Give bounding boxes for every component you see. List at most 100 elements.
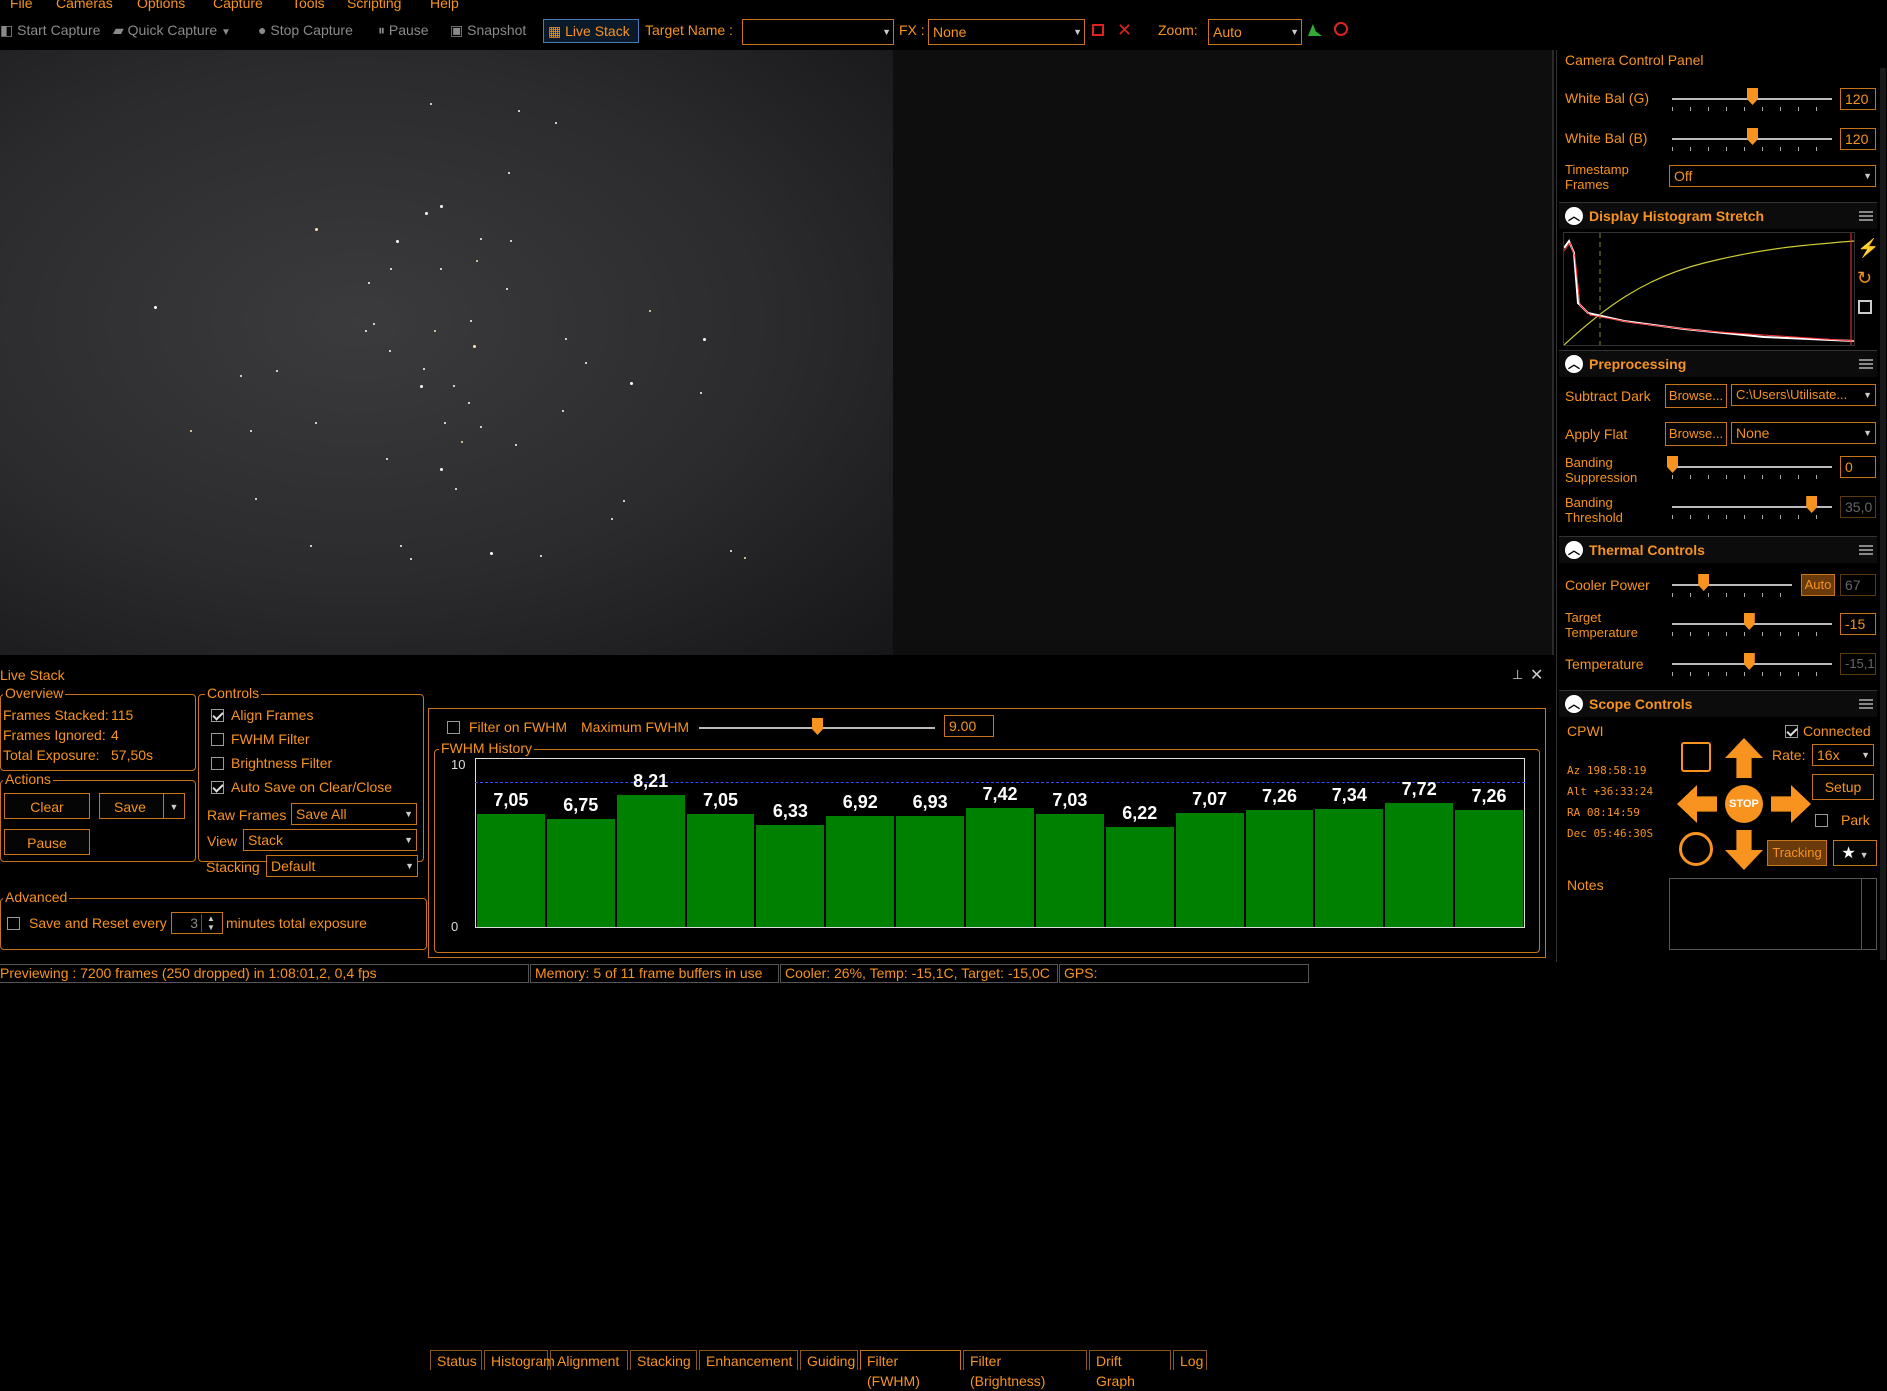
brightness-filter-checkbox[interactable]	[211, 757, 224, 770]
wb-b-input[interactable]: 120	[1840, 128, 1876, 150]
chevron-down-icon[interactable]: ▼	[221, 27, 231, 38]
zoom-select[interactable]: Auto ▼	[1208, 19, 1302, 45]
connected-checkbox[interactable]	[1785, 725, 1798, 738]
align-frames-checkbox[interactable]	[211, 709, 224, 722]
pause-stack-button[interactable]: Pause	[4, 829, 90, 855]
histogram-section-header[interactable]: ︿ Display Histogram Stretch	[1559, 202, 1877, 229]
menu-cameras[interactable]: Cameras	[56, 0, 113, 11]
stop-capture-button[interactable]: ● Stop Capture	[258, 22, 353, 38]
thermal-section-header[interactable]: ︿ Thermal Controls	[1559, 536, 1877, 563]
menu-icon[interactable]	[1859, 699, 1873, 709]
target-icon[interactable]	[1679, 832, 1713, 866]
rate-select[interactable]: 16x ▼	[1812, 744, 1874, 766]
menu-icon[interactable]	[1859, 211, 1873, 221]
view-select[interactable]: Stack ▼	[243, 829, 417, 851]
timestamp-select[interactable]: Off ▼	[1669, 165, 1876, 187]
cooler-power-slider-track[interactable]	[1672, 584, 1792, 586]
stepper-arrows-icon[interactable]: ▲ ▼	[201, 914, 220, 932]
live-stack-button[interactable]: ▦ Live Stack	[543, 19, 639, 43]
reset-icon[interactable]: ↻	[1857, 268, 1872, 289]
tracking-mode-button[interactable]: ★ ▼	[1833, 840, 1877, 866]
wb-g-slider-thumb[interactable]	[1747, 88, 1758, 105]
dark-frame-select[interactable]: C:\Users\Utilisate... ▼	[1731, 384, 1876, 406]
menu-tools[interactable]: Tools	[292, 0, 325, 11]
menu-file[interactable]: File	[10, 0, 33, 11]
tab-filter-brightness[interactable]: Filter (Brightness)	[963, 1350, 1087, 1389]
notes-textarea[interactable]	[1669, 878, 1877, 950]
chevron-up-icon[interactable]: ︿	[1565, 355, 1583, 373]
banding-thresh-input[interactable]: 35,0	[1840, 496, 1876, 518]
tab-histogram[interactable]: Histogram	[484, 1350, 555, 1370]
target-temp-input[interactable]: -15	[1840, 613, 1876, 635]
quick-capture-button[interactable]: ▰ Quick Capture ▼	[113, 22, 231, 39]
tab-guiding[interactable]: Guiding	[800, 1350, 858, 1370]
max-fwhm-input[interactable]: 9.00	[944, 715, 994, 737]
menu-icon[interactable]	[1859, 359, 1873, 369]
tab-enhancement[interactable]: Enhancement	[699, 1350, 798, 1370]
snapshot-button[interactable]: ▣ Snapshot	[450, 22, 526, 39]
arrow-up-icon[interactable]	[1725, 738, 1763, 778]
menu-icon[interactable]	[1859, 545, 1873, 555]
pause-button[interactable]: ⏸ Pause	[378, 22, 429, 39]
arrow-down-icon[interactable]	[1725, 830, 1763, 870]
scrollbar[interactable]	[1880, 68, 1886, 960]
tracking-button[interactable]: Tracking	[1767, 840, 1827, 866]
preprocessing-section-header[interactable]: ︿ Preprocessing	[1559, 350, 1877, 377]
target-temp-slider-thumb[interactable]	[1743, 613, 1755, 630]
clear-button[interactable]: Clear	[4, 793, 90, 819]
auto-save-checkbox[interactable]	[211, 781, 224, 794]
banding-supp-slider-thumb[interactable]	[1667, 456, 1678, 473]
tab-alignment[interactable]: Alignment	[550, 1350, 628, 1370]
filter-fwhm-checkbox[interactable]	[447, 721, 460, 734]
tab-log[interactable]: Log	[1173, 1350, 1207, 1370]
pin-icon[interactable]: ⊥	[1512, 667, 1523, 683]
save-icon[interactable]	[1858, 300, 1872, 314]
histogram-graph[interactable]	[1563, 232, 1855, 346]
tab-filter-fwhm[interactable]: Filter (FWHM)	[860, 1350, 961, 1389]
histogram-icon[interactable]	[1308, 24, 1322, 36]
stop-button[interactable]: STOP	[1725, 785, 1763, 823]
spiral-search-icon[interactable]	[1681, 742, 1711, 772]
cooler-auto-button[interactable]: Auto	[1801, 574, 1835, 596]
tab-stacking[interactable]: Stacking	[630, 1350, 697, 1370]
chevron-up-icon[interactable]: ︿	[1565, 541, 1583, 559]
fwhm-filter-checkbox[interactable]	[211, 733, 224, 746]
close-icon[interactable]: ✕	[1530, 665, 1543, 685]
cooler-power-input[interactable]: 67	[1840, 574, 1876, 596]
fx-select[interactable]: None ▼	[928, 19, 1085, 45]
tab-drift-graph[interactable]: Drift Graph	[1089, 1350, 1171, 1389]
setup-button[interactable]: Setup	[1812, 774, 1874, 800]
menu-help[interactable]: Help	[430, 0, 459, 11]
menu-options[interactable]: Options	[137, 0, 185, 11]
auto-stretch-icon[interactable]: ⚡	[1857, 238, 1879, 259]
roi-icon[interactable]	[1092, 24, 1104, 36]
save-button[interactable]: Save ▼	[99, 793, 185, 819]
notes-scrollbar[interactable]	[1861, 879, 1876, 949]
scope-section-header[interactable]: ︿ Scope Controls	[1559, 690, 1877, 717]
chevron-down-icon[interactable]: ▼	[882, 20, 891, 44]
chevron-down-icon[interactable]: ▼	[163, 794, 184, 818]
cooler-power-slider-thumb[interactable]	[1698, 574, 1710, 591]
wb-b-slider-thumb[interactable]	[1747, 128, 1758, 145]
arrow-right-icon[interactable]	[1771, 785, 1811, 823]
menu-capture[interactable]: Capture	[213, 0, 263, 11]
arrow-left-icon[interactable]	[1677, 785, 1717, 823]
chevron-up-icon[interactable]: ︿	[1565, 207, 1583, 225]
save-reset-checkbox[interactable]	[7, 917, 20, 930]
start-capture-button[interactable]: ◧ Start Capture	[0, 22, 100, 39]
menu-scripting[interactable]: Scripting	[347, 0, 401, 11]
banding-supp-slider-track[interactable]	[1672, 466, 1832, 468]
flat-frame-select[interactable]: None ▼	[1731, 422, 1876, 444]
park-checkbox[interactable]	[1815, 814, 1828, 827]
banding-thresh-slider-thumb[interactable]	[1806, 496, 1818, 513]
crosshair-icon[interactable]	[1334, 22, 1348, 36]
browse-flat-button[interactable]: Browse...	[1665, 422, 1727, 446]
max-fwhm-slider-thumb[interactable]	[812, 718, 823, 735]
raw-frames-select[interactable]: Save All ▼	[291, 803, 417, 825]
wb-g-input[interactable]: 120	[1840, 88, 1876, 110]
chevron-up-icon[interactable]: ︿	[1565, 695, 1583, 713]
browse-dark-button[interactable]: Browse...	[1665, 384, 1727, 408]
target-name-input[interactable]: ▼	[742, 19, 894, 45]
clear-roi-icon[interactable]: ✕	[1117, 20, 1132, 41]
banding-supp-input[interactable]: 0	[1840, 456, 1876, 478]
